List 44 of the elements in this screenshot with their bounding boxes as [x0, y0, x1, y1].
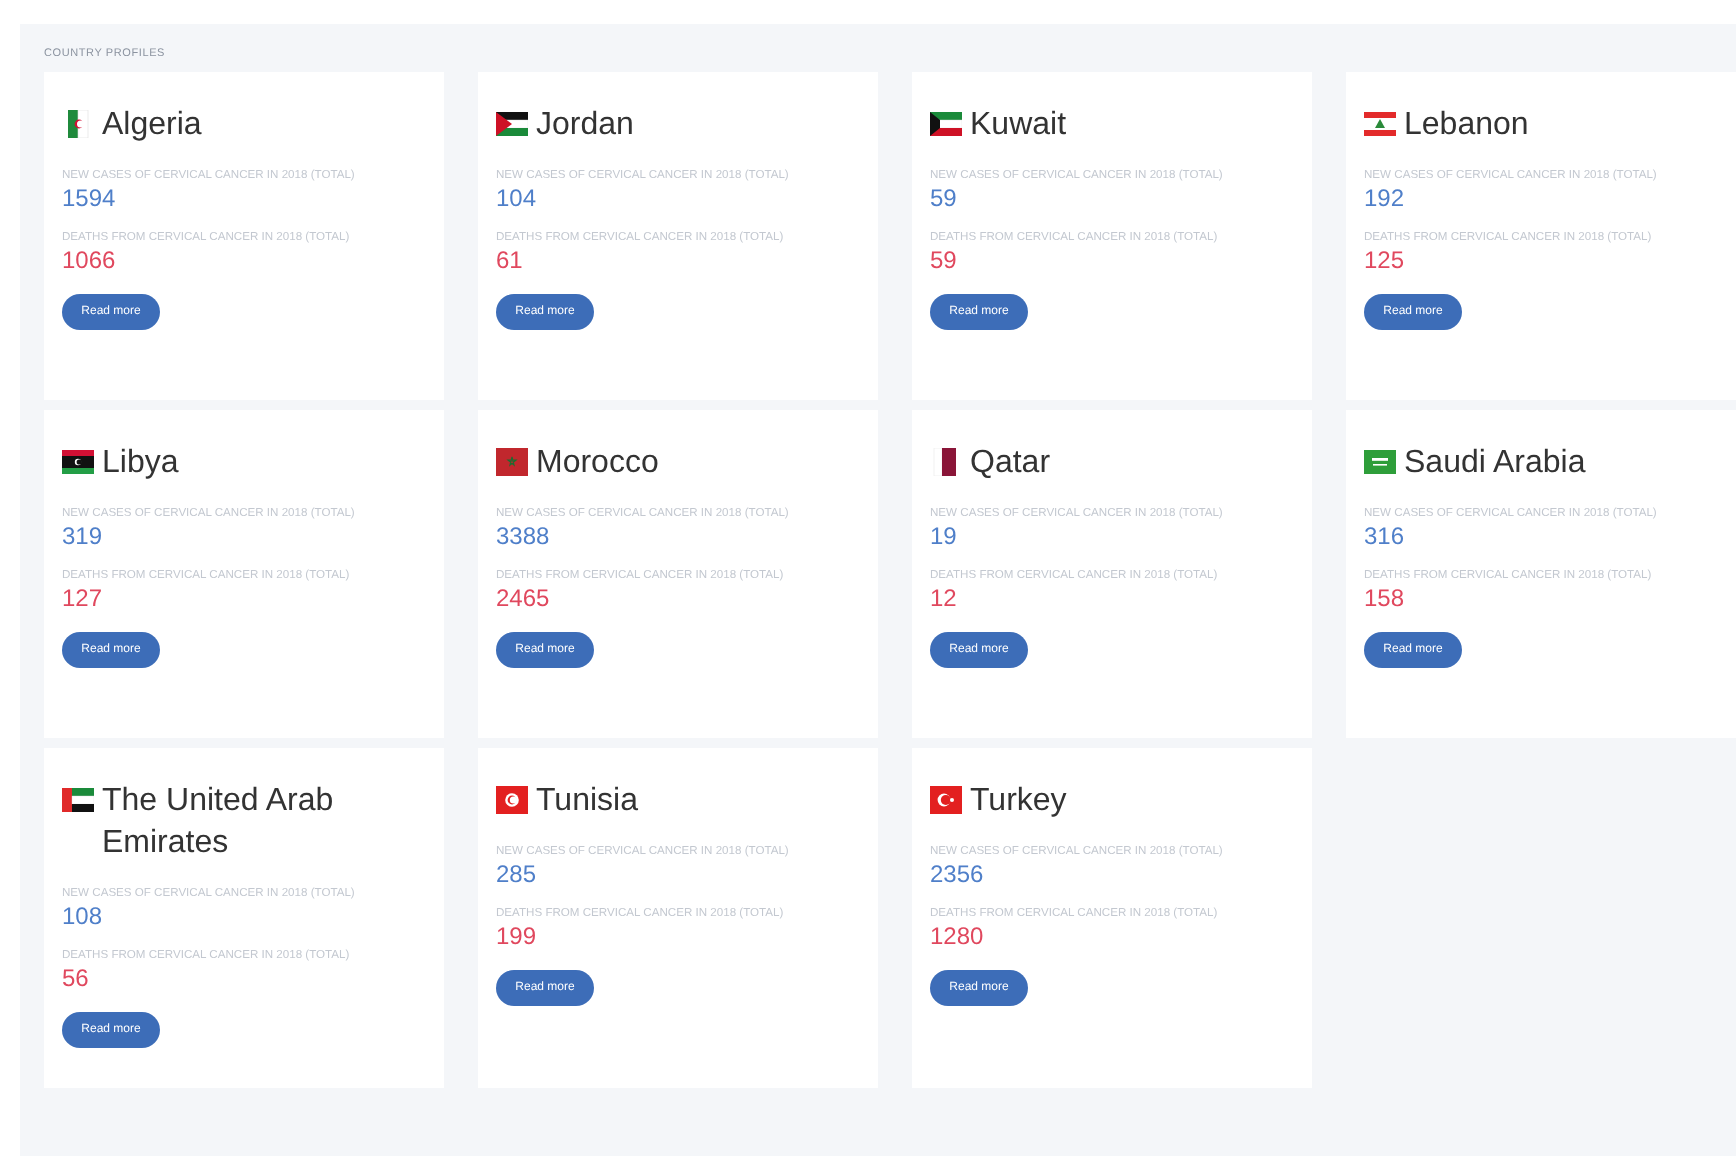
- stat-value: 192: [1364, 184, 1407, 212]
- stat-value: 3388: [496, 522, 552, 550]
- stat-value: 1066: [62, 246, 118, 274]
- flag-icon: [1364, 110, 1396, 138]
- stat-value: 104: [496, 184, 539, 212]
- stat-value: 56: [62, 964, 91, 992]
- stat-value: 61: [496, 246, 525, 274]
- stat-value: 199: [496, 922, 539, 950]
- stat-value: 2465: [496, 584, 552, 612]
- stat-value: 108: [62, 902, 105, 930]
- stat-value: 125: [1364, 246, 1407, 274]
- country-name: Turkey: [970, 782, 1067, 822]
- flag-icon: [930, 110, 962, 138]
- flag-icon: [496, 786, 528, 814]
- country-name: Algeria: [102, 106, 202, 146]
- flag-icon: [62, 786, 94, 814]
- flag-icon: [62, 448, 94, 476]
- stat-value: 319: [62, 522, 105, 550]
- country-name: Libya: [102, 444, 179, 484]
- stat-value: 59: [930, 246, 959, 274]
- flag-icon: [1364, 448, 1396, 476]
- stat-value: 127: [62, 584, 105, 612]
- country-name: Kuwait: [970, 106, 1067, 146]
- country-name: Jordan: [536, 106, 634, 146]
- country-name: Lebanon: [1404, 106, 1529, 146]
- country-name: Morocco: [536, 444, 659, 484]
- stat-value: 285: [496, 860, 539, 888]
- flag-icon: [930, 786, 962, 814]
- stat-value: 158: [1364, 584, 1407, 612]
- stat-value: 316: [1364, 522, 1407, 550]
- flag-icon: [496, 448, 528, 476]
- stat-value: 59: [930, 184, 959, 212]
- stat-value: 12: [930, 584, 959, 612]
- stat-value: 19: [930, 522, 959, 550]
- country-name: Tunisia: [536, 782, 638, 822]
- stat-value: 1280: [930, 922, 986, 950]
- country-name: Qatar: [970, 444, 1051, 484]
- flag-icon: [62, 110, 94, 138]
- stat-value: 1594: [62, 184, 118, 212]
- flag-icon: [930, 448, 962, 476]
- flag-icon: [496, 110, 528, 138]
- stat-value: 2356: [930, 860, 986, 888]
- country-name: The United Arab Emirates: [102, 782, 336, 864]
- country-name: Saudi Arabia: [1404, 444, 1586, 484]
